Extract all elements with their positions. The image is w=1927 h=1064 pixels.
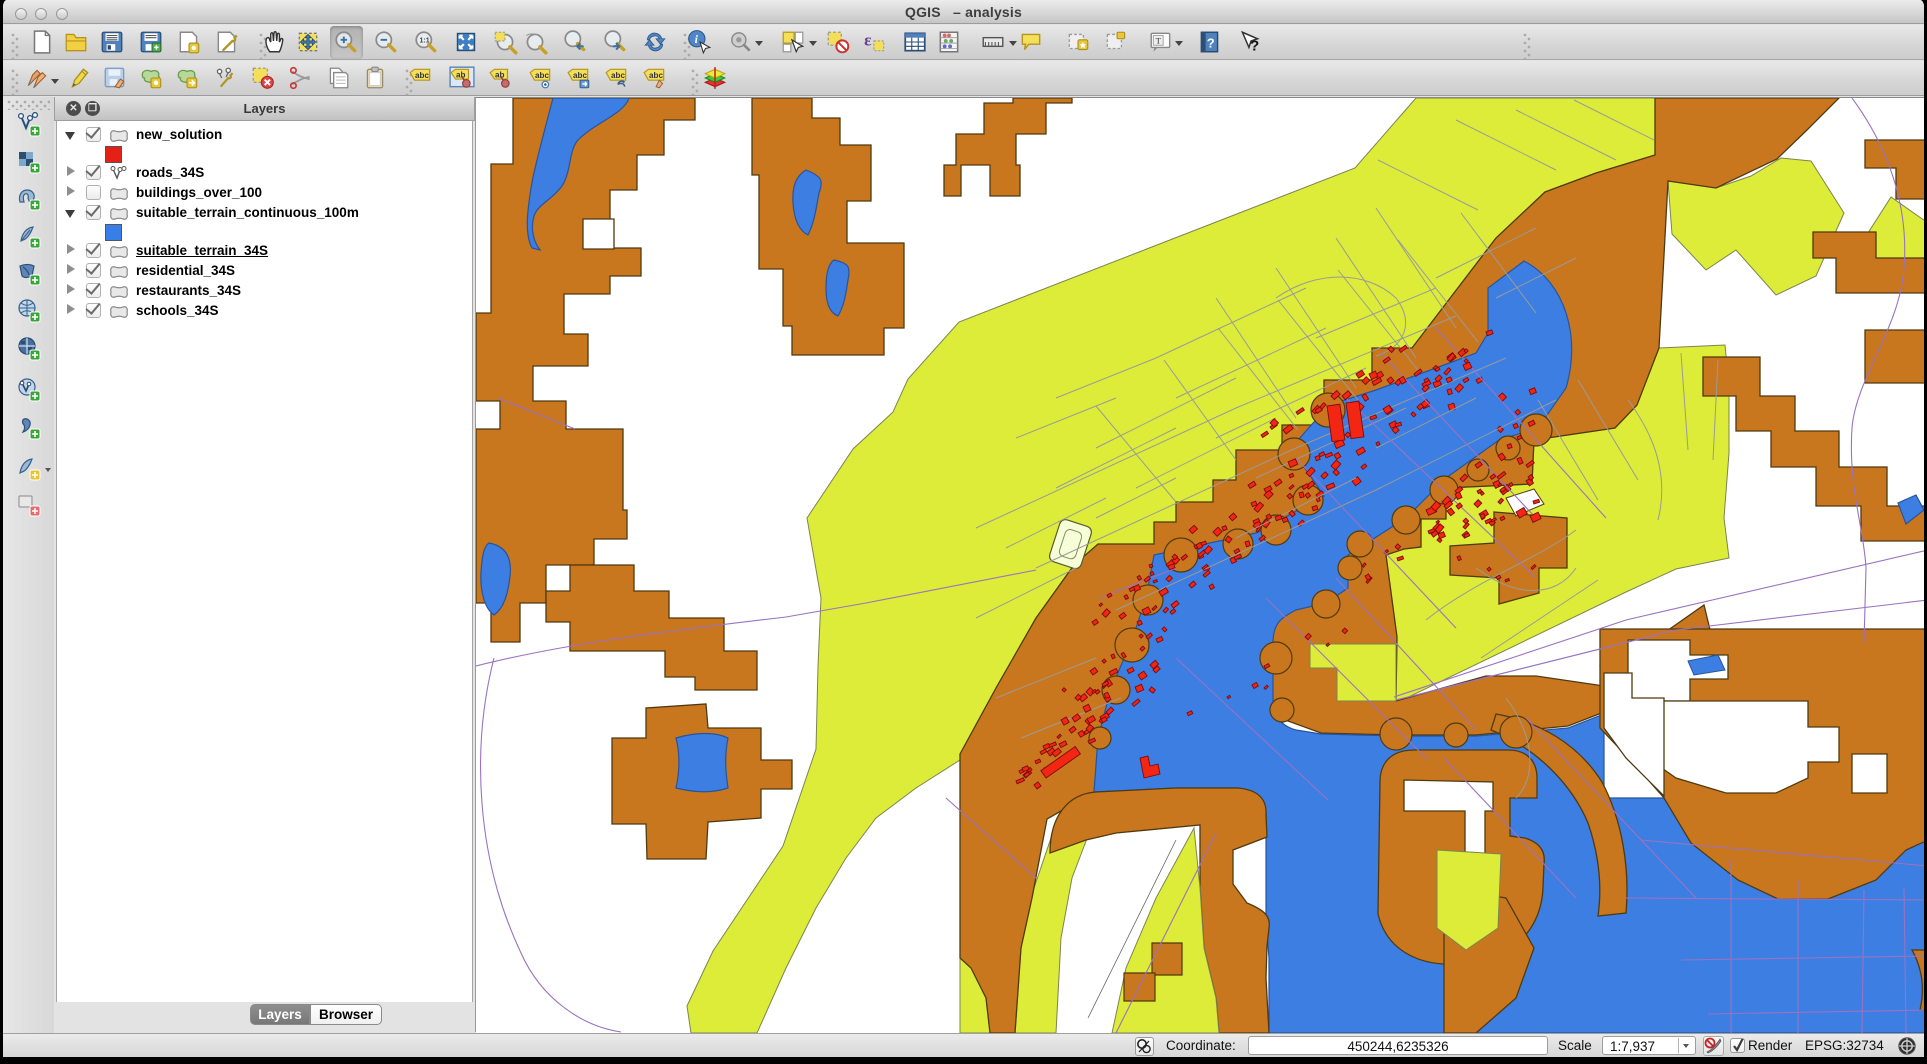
svg-text:?: ? [1207,35,1215,50]
svg-text:ab: ab [456,70,466,79]
svg-text:abc: abc [535,71,549,80]
svg-text:T: T [1156,36,1162,46]
svg-text:ab: ab [495,70,505,79]
svg-text:abc: abc [649,71,663,80]
svg-text:abc: abc [573,71,587,80]
svg-text:?: ? [1250,38,1259,55]
svg-text:1:1: 1:1 [420,38,430,45]
svg-text:abc: abc [415,71,429,80]
svg-text:ε: ε [864,30,872,49]
svg-text:abc: abc [611,71,625,80]
